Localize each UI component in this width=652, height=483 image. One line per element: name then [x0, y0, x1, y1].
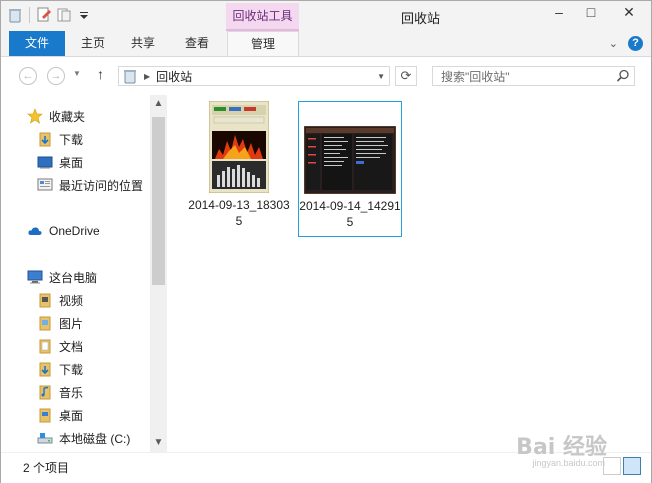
ribbon-tabs: 文件 主页 共享 查看 管理 ⌄ ? [1, 31, 651, 57]
recycle-bin-icon [122, 68, 138, 84]
desktop-icon [37, 154, 53, 170]
close-icon[interactable]: ✕ [607, 1, 651, 23]
search-input[interactable] [439, 67, 613, 87]
nav-documents[interactable]: 文档 [37, 335, 83, 357]
breadcrumb[interactable]: 回收站 [156, 68, 192, 85]
nav-favorites[interactable]: 收藏夹 [27, 105, 85, 127]
recycle-bin-icon[interactable] [7, 7, 23, 23]
nav-downloads[interactable]: 下载 [37, 358, 83, 380]
nav-item-label: 收藏夹 [49, 109, 86, 124]
minimize-icon[interactable]: – [543, 1, 575, 23]
recent-locations-chevron-icon[interactable]: ▼ [73, 69, 81, 78]
file-thumbnail [303, 125, 397, 195]
nav-downloads-fav[interactable]: 下载 [37, 128, 83, 150]
nav-item-label: 文档 [59, 339, 84, 354]
large-icons-view-icon[interactable] [623, 457, 641, 475]
nav-item-label: 最近访问的位置 [59, 178, 144, 193]
up-arrow-icon[interactable]: ↑ [97, 66, 104, 82]
file-item[interactable]: 2014-09-14_142915 [298, 101, 402, 237]
nav-music[interactable]: 音乐 [37, 381, 83, 403]
baidu-watermark-url: jingyan.baidu.com [532, 458, 605, 468]
download-folder-icon [37, 131, 53, 147]
address-row: ← → ▼ ↑ ▶ 回收站 ▼ ⟳ [1, 57, 651, 95]
nav-item-label: 视频 [59, 293, 84, 308]
breadcrumb-separator-icon[interactable]: ▶ [144, 72, 150, 81]
back-arrow-icon[interactable]: ← [19, 67, 37, 85]
help-icon[interactable]: ? [628, 36, 643, 51]
nav-this-pc[interactable]: 这台电脑 [27, 266, 97, 288]
expand-ribbon-chevron-icon[interactable]: ⌄ [609, 37, 618, 50]
tab-manage[interactable]: 管理 [227, 31, 299, 56]
file-thumbnail [208, 100, 270, 194]
ribbon-right-controls: ⌄ ? [609, 36, 643, 51]
baidu-watermark-logo: Bai 经验 [516, 435, 607, 460]
nav-item-label: 这台电脑 [49, 270, 98, 285]
nav-item-label: 本地磁盘 (C:) [59, 431, 131, 446]
nav-pictures[interactable]: 图片 [37, 312, 83, 334]
explorer-window: 回收站工具 回收站 – □ ✕ 文件 主页 共享 查看 管理 ⌄ ? ← → ▼… [0, 0, 652, 483]
nav-item-label: 图片 [59, 316, 84, 331]
scroll-down-icon[interactable]: ▼ [150, 436, 167, 450]
search-icon[interactable] [616, 69, 630, 86]
tab-view[interactable]: 查看 [179, 31, 215, 56]
scrollbar-thumb[interactable] [152, 117, 165, 285]
properties-icon[interactable] [36, 7, 52, 23]
music-folder-icon [37, 384, 53, 400]
nav-local-disk-c[interactable]: 本地磁盘 (C:) [37, 427, 130, 449]
documents-folder-icon [37, 338, 53, 354]
videos-folder-icon [37, 292, 53, 308]
tab-share[interactable]: 共享 [125, 31, 161, 56]
nav-item-label: 桌面 [59, 408, 84, 423]
nav-desktop[interactable]: 桌面 [37, 404, 83, 426]
window-controls: – □ ✕ [543, 1, 651, 23]
refresh-icon[interactable]: ⟳ [395, 66, 417, 86]
drive-icon [37, 430, 53, 446]
recent-places-icon [37, 177, 53, 193]
window-title: 回收站 [401, 11, 441, 26]
nav-scrollbar[interactable]: ▲ ▼ [150, 95, 167, 452]
file-name: 2014-09-13_183035 [188, 198, 290, 228]
title-bar: 回收站工具 回收站 – □ ✕ [1, 1, 651, 31]
address-dropdown-icon[interactable]: ▼ [377, 72, 385, 81]
context-tab-recycle-bin-tools: 回收站工具 [226, 3, 299, 31]
new-folder-icon[interactable] [56, 7, 72, 23]
maximize-icon[interactable]: □ [575, 1, 607, 23]
qat-divider [29, 7, 30, 23]
computer-icon [27, 269, 43, 285]
view-switcher [603, 457, 641, 475]
qat-dropdown-icon[interactable] [76, 7, 92, 23]
file-item[interactable]: 2014-09-13_183035 [187, 100, 291, 237]
cloud-icon [27, 223, 43, 239]
desktop-folder-icon [37, 407, 53, 423]
nav-item-label: OneDrive [49, 224, 100, 238]
nav-desktop-fav[interactable]: 桌面 [37, 151, 83, 173]
download-folder-icon [37, 361, 53, 377]
nav-item-label: 音乐 [59, 385, 84, 400]
scroll-up-icon[interactable]: ▲ [150, 97, 167, 111]
address-bar[interactable]: ▶ 回收站 ▼ [118, 66, 390, 86]
star-icon [27, 108, 43, 124]
quick-access-toolbar [7, 7, 92, 23]
nav-item-label: 下载 [59, 362, 84, 377]
forward-arrow-icon[interactable]: → [47, 67, 65, 85]
file-name: 2014-09-14_142915 [299, 199, 401, 229]
nav-onedrive[interactable]: OneDrive [27, 220, 100, 242]
tab-file[interactable]: 文件 [9, 31, 65, 56]
nav-item-label: 桌面 [59, 155, 84, 170]
pictures-folder-icon [37, 315, 53, 331]
item-count: 2 个项目 [23, 461, 70, 475]
nav-recent-places[interactable]: 最近访问的位置 [37, 174, 143, 196]
file-list: 2014-09-13_183035 2014-09-14_142915 [167, 95, 651, 452]
search-box[interactable] [432, 66, 635, 87]
nav-item-label: 下载 [59, 132, 84, 147]
tab-home[interactable]: 主页 [75, 31, 111, 56]
navigation-pane: 收藏夹 下载 桌面 最近访问的位置 OneDrive 这台电脑 视频 图片 文档… [1, 95, 167, 452]
nav-videos[interactable]: 视频 [37, 289, 83, 311]
